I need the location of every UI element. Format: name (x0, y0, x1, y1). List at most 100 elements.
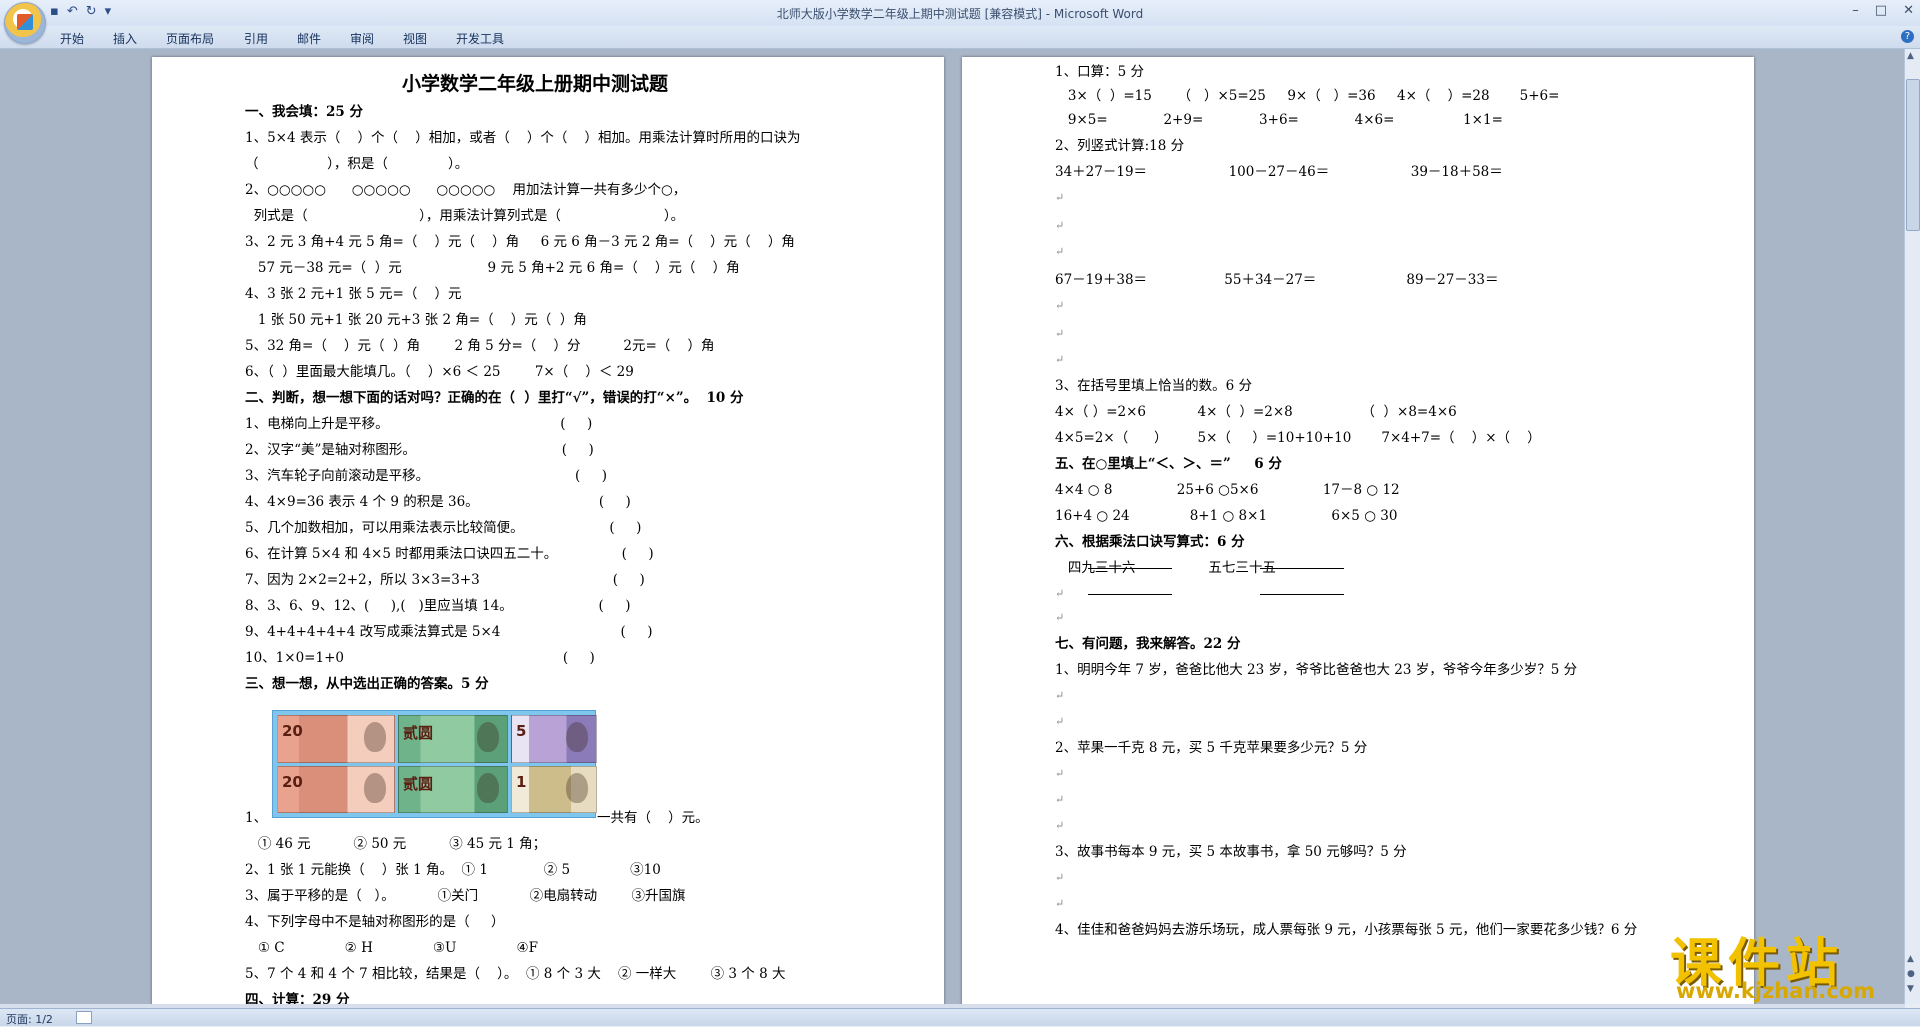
paragraph-line[interactable]: 7、因为 2×2=2+2，所以 3×3=3+3 ( ) (245, 571, 645, 589)
paragraph-line[interactable]: 4、佳佳和爸爸妈妈去游乐场玩，成人票每张 9 元，小孩票每张 5 元，他们一家要… (1055, 921, 1637, 939)
paragraph-line[interactable]: 2、汉字“美”是轴对称图形。 ( ) (245, 441, 594, 459)
document-page-2: 1、口算：5 分 3×（ ）=15 （ ）×5=25 9×（ ）=36 4×（ … (962, 57, 1754, 1004)
window-title: 北师大版小学数学二年级上期中测试题 [兼容模式] - Microsoft Wor… (776, 7, 1144, 21)
section-heading[interactable]: 三、想一想，从中选出正确的答案。5 分 (245, 675, 489, 693)
paragraph-mark[interactable]: ↵ (1055, 687, 1064, 705)
paragraph-line[interactable]: 5、几个加数相加，可以用乘法表示比较简便。 ( ) (245, 519, 641, 537)
section-heading[interactable]: 五、在○里填上“＜、＞、＝” 6 分 (1055, 455, 1282, 473)
paragraph-line[interactable]: 3、故事书每本 9 元，买 5 本故事书，拿 50 元够吗？5 分 (1055, 843, 1407, 861)
close-button[interactable]: ✕ (1903, 3, 1914, 18)
document-title[interactable]: 小学数学二年级上册期中测试题 (402, 75, 668, 94)
tab-home[interactable]: 开始 (60, 30, 84, 47)
scroll-up-icon[interactable]: ▲ (1907, 51, 1914, 61)
paragraph-line[interactable]: 列式是（ ），用乘法计算列式是（ ）。 (245, 207, 685, 225)
banknote-value: 5 (516, 722, 527, 740)
maximize-button[interactable]: □ (1875, 3, 1887, 18)
paragraph-mark[interactable]: ↵ (1055, 765, 1064, 783)
answer-blank-line (1088, 593, 1172, 595)
paragraph-mark[interactable]: ↵ (1055, 325, 1064, 343)
paragraph-line[interactable]: 1、口算：5 分 (1055, 63, 1144, 81)
paragraph-line[interactable]: （ ），积是（ ）。 (245, 155, 468, 173)
tab-view[interactable]: 视图 (403, 30, 427, 47)
portrait-icon (364, 772, 386, 803)
tab-mailings[interactable]: 邮件 (297, 30, 321, 47)
money-image[interactable]: 20 贰圆 5 20 贰圆 1 (272, 710, 597, 818)
vertical-scrollbar[interactable]: ▲ ▲ ● ▼ (1904, 49, 1920, 1004)
paragraph-line[interactable]: 4×4 ○ 8 25+6 ○5×6 17－8 ○ 12 (1055, 481, 1400, 499)
banknote-value: 贰圆 (403, 774, 434, 793)
paragraph-line[interactable]: 3、汽车轮子向前滚动是平移。 ( ) (245, 467, 607, 485)
paragraph-line[interactable]: 2、苹果一千克 8 元，买 5 千克苹果要多少元？5 分 (1055, 739, 1367, 757)
tab-insert[interactable]: 插入 (113, 30, 137, 47)
paragraph-line[interactable]: 3、属于平移的是（ ）。 ①关门 ②电扇转动 ③升国旗 (245, 887, 685, 905)
tab-references[interactable]: 引用 (244, 30, 268, 47)
tab-review[interactable]: 审阅 (350, 30, 374, 47)
paragraph-mark[interactable]: ↵ (1055, 585, 1064, 603)
paragraph-mark[interactable]: ↵ (1055, 609, 1064, 627)
paragraph-mark[interactable]: ↵ (1055, 217, 1064, 235)
paragraph-mark[interactable]: ↵ (1055, 817, 1064, 835)
paragraph-line[interactable]: 4×（ ）=2×6 4×（ ）=2×8 （ ）×8=4×6 (1055, 403, 1457, 421)
paragraph-line[interactable]: 3×（ ）=15 （ ）×5=25 9×（ ）=36 4×（ ）=28 5+6= (1055, 87, 1560, 105)
banknote: 20 (277, 765, 395, 813)
paragraph-line[interactable]: 4、下列字母中不是轴对称图形的是（ ） (245, 913, 505, 931)
paragraph-line[interactable]: 16+4 ○ 24 8+1 ○ 8×1 6×5 ○ 30 (1055, 507, 1397, 525)
office-button[interactable] (4, 2, 46, 44)
section-heading[interactable]: 七、有问题，我来解答。22 分 (1055, 635, 1241, 653)
help-icon[interactable]: ? (1901, 30, 1914, 43)
section-heading[interactable]: 一、我会填：25 分 (245, 103, 363, 121)
paragraph-line[interactable]: 8、3、6、9、12、( ),( )里应当填 14。 ( ) (245, 597, 631, 615)
paragraph-line[interactable]: 6、（ ）里面最大能填几。（ ）×6 ＜ 25 7×（ ）＜ 29 (245, 363, 634, 381)
minimize-button[interactable]: – (1852, 3, 1859, 18)
banknote: 20 (277, 715, 395, 763)
proofing-icon[interactable] (76, 1011, 92, 1024)
paragraph-line[interactable]: 67－19＋38＝ 55＋34－27＝ 89－27－33＝ (1055, 271, 1498, 289)
answer-blank-line (1088, 567, 1172, 569)
paragraph-line[interactable]: ① 46 元 ② 50 元 ③ 45 元 1 角； (245, 835, 546, 853)
paragraph-line[interactable]: 4、4×9=36 表示 4 个 9 的积是 36。 ( ) (245, 493, 631, 511)
paragraph-mark[interactable]: ↵ (1055, 243, 1064, 261)
paragraph-line[interactable]: 5、32 角=（ ）元（ ）角 2 角 5 分=（ ）分 2元=（ ）角 (245, 337, 714, 355)
paragraph-line[interactable]: 4×5=2×（ ） 5×（ ）=10+10+10 7×4+7=（ ）×（ ） (1055, 429, 1541, 447)
paragraph-line[interactable]: 2、列竖式计算:18 分 (1055, 137, 1184, 155)
section-heading[interactable]: 二、判断，想一想下面的话对吗？正确的在（ ）里打“√”，错误的打“×”。 10 … (245, 389, 744, 407)
paragraph-mark[interactable]: ↵ (1055, 189, 1064, 207)
paragraph-line[interactable]: 9、4+4+4+4+4 改写成乘法算式是 5×4 ( ) (245, 623, 653, 641)
paragraph-line[interactable]: 4、3 张 2 元+1 张 5 元=（ ）元 (245, 285, 461, 303)
paragraph-line[interactable]: 2、1 张 1 元能换（ ）张 1 角。 ① 1 ② 5 ③10 (245, 861, 661, 879)
paragraph-line[interactable]: 5、7 个 4 和 4 个 7 相比较，结果是（ ）。 ① 8 个 3 大 ② … (245, 965, 785, 983)
paragraph-line[interactable]: 一共有（ ）元。 (597, 809, 709, 827)
paragraph-line[interactable]: 1、电梯向上升是平移。 ( ) (245, 415, 592, 433)
answer-blank-line (1260, 593, 1344, 595)
paragraph-mark[interactable]: ↵ (1055, 297, 1064, 315)
tab-developer[interactable]: 开发工具 (456, 30, 504, 47)
paragraph-line[interactable]: 6、在计算 5×4 和 4×5 时都用乘法口诀四五二十。 ( ) (245, 545, 654, 563)
tab-page-layout[interactable]: 页面布局 (166, 30, 214, 47)
paragraph-mark[interactable]: ↵ (1055, 895, 1064, 913)
paragraph-line[interactable]: 1、 (245, 809, 267, 827)
section-heading[interactable]: 六、根据乘法口诀写算式：6 分 (1055, 533, 1245, 551)
status-bar: 页面: 1/2 (0, 1008, 1920, 1026)
paragraph-line[interactable]: 1、5×4 表示（ ）个（ ）相加，或者（ ）个（ ）相加。用乘法计算时所用的口… (245, 129, 801, 147)
paragraph-line[interactable]: 57 元－38 元=（ ）元 9 元 5 角+2 元 6 角=（ ）元（ ）角 (245, 259, 740, 277)
paragraph-line[interactable]: 3、2 元 3 角+4 元 5 角=（ ）元（ ）角 6 元 6 角－3 元 2… (245, 233, 795, 251)
paragraph-mark[interactable]: ↵ (1055, 869, 1064, 887)
section-heading[interactable]: 四、计算：29 分 (245, 991, 350, 1004)
paragraph-line[interactable]: 1、明明今年 7 岁，爸爸比他大 23 岁，爷爷比爸爸也大 23 岁，爷爷今年多… (1055, 661, 1577, 679)
title-bar: ▪ ↶ ↻ ▾ 北师大版小学数学二年级上期中测试题 [兼容模式] - Micro… (0, 0, 1920, 27)
paragraph-mark[interactable]: ↵ (1055, 351, 1064, 369)
scrollbar-thumb[interactable] (1906, 79, 1920, 231)
paragraph-line[interactable]: 9×5= 2+9= 3+6= 4×6= 1×1= (1055, 111, 1503, 129)
next-page-icon[interactable]: ▼ (1907, 984, 1914, 994)
paragraph-line[interactable]: 3、在括号里填上恰当的数。6 分 (1055, 377, 1252, 395)
paragraph-line[interactable]: 1 张 50 元+1 张 20 元+3 张 2 角=（ ）元（ ）角 (245, 311, 587, 329)
paragraph-line[interactable]: 2、○○○○○ ○○○○○ ○○○○○ 用加法计算一共有多少个○， (245, 181, 686, 199)
paragraph-mark[interactable]: ↵ (1055, 791, 1064, 809)
paragraph-mark[interactable]: ↵ (1055, 713, 1064, 731)
paragraph-line[interactable]: 34＋27－19＝ 100－27－46＝ 39－18＋58＝ (1055, 163, 1503, 181)
select-browse-object-icon[interactable]: ● (1907, 969, 1915, 979)
previous-page-icon[interactable]: ▲ (1907, 954, 1914, 964)
document-workspace: 小学数学二年级上册期中测试题一、我会填：25 分 1、5×4 表示（ ）个（ ）相… (0, 49, 1905, 1004)
paragraph-line[interactable]: ① C ② H ③U ④F (245, 939, 538, 957)
paragraph-line[interactable]: 10、1×0=1+0 ( ) (245, 649, 595, 667)
